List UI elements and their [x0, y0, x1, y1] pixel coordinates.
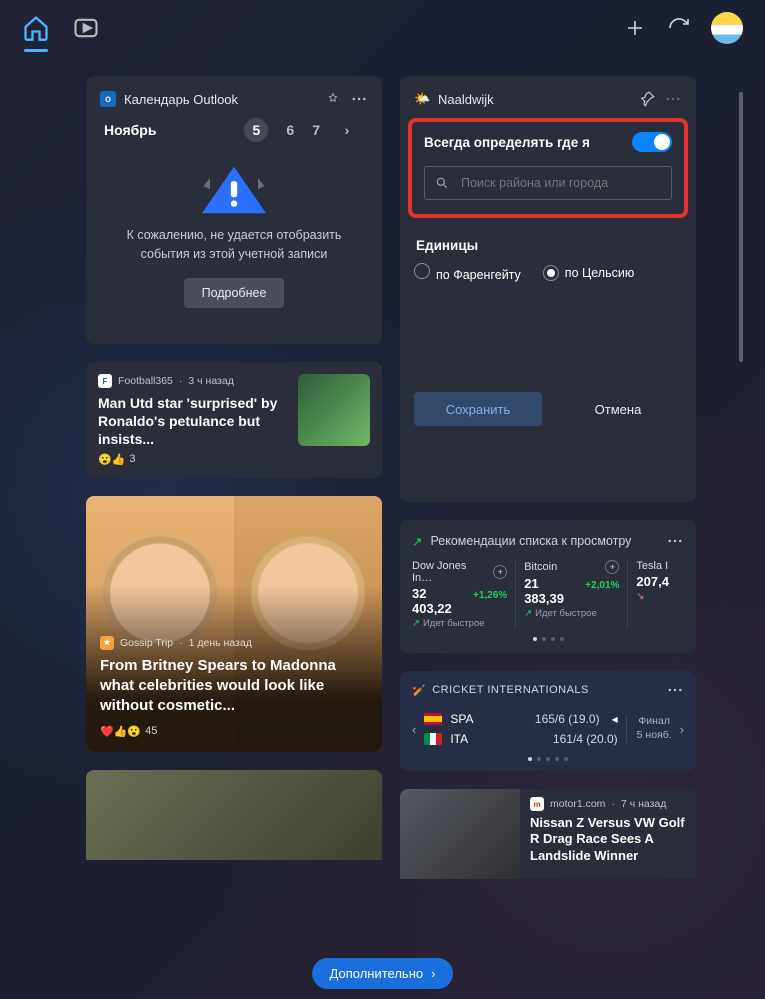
- more-icon[interactable]: [666, 532, 684, 550]
- scrollbar[interactable]: [739, 92, 743, 362]
- source-icon: F: [98, 374, 112, 388]
- weather-widget: 🌤️ Naaldwijk Всегда определять где я Еди…: [400, 76, 696, 502]
- units-label: Единицы: [416, 238, 680, 253]
- calendar-widget: o Календарь Outlook Ноябрь 5 6 7 › К сож: [86, 76, 382, 344]
- search-icon: [435, 176, 449, 190]
- news-card-large[interactable]: ★Gossip Trip · 1 день назад From Britney…: [86, 496, 382, 752]
- reactions: ❤️👍😮 45: [100, 725, 368, 738]
- news-card-small[interactable]: FFootball365 · 3 ч назад Man Utd star 's…: [86, 362, 382, 478]
- pin-icon[interactable]: [638, 90, 656, 108]
- location-search[interactable]: [424, 166, 672, 200]
- cricket-widget: 🏏 CRICKET INTERNATIONALS ‹ SPA165/6 (19.…: [400, 671, 696, 771]
- user-avatar[interactable]: [711, 12, 743, 44]
- details-button[interactable]: Подробнее: [184, 278, 285, 308]
- trend-up-icon: ↗: [412, 534, 422, 549]
- add-ticker-icon[interactable]: +: [605, 560, 619, 574]
- calendar-error-msg: К сожалению, не удается отобразить событ…: [100, 226, 368, 264]
- home-tab-icon[interactable]: [22, 14, 50, 42]
- prev-match-icon[interactable]: ‹: [412, 722, 416, 737]
- more-icon[interactable]: [350, 90, 368, 108]
- more-pill-button[interactable]: Дополнительно ›: [312, 958, 454, 989]
- flag-icon: [424, 713, 442, 725]
- cricket-row: ITA161/4 (20.0): [424, 729, 617, 749]
- unit-fahrenheit[interactable]: по Фаренгейту: [414, 263, 521, 282]
- more-icon[interactable]: [664, 90, 682, 108]
- weather-icon: 🌤️: [414, 91, 430, 107]
- weather-location: Naaldwijk: [438, 92, 494, 107]
- watchlist-title: Рекомендации списка к просмотру: [430, 534, 631, 548]
- outlook-icon: o: [100, 91, 116, 107]
- news-source: Gossip Trip: [120, 637, 173, 649]
- news-thumbnail: [298, 374, 370, 446]
- news-time: 1 день назад: [189, 637, 252, 649]
- detect-location-label: Всегда определять где я: [424, 135, 590, 150]
- news-headline: Nissan Z Versus VW Golf R Drag Race Sees…: [530, 815, 686, 864]
- save-button[interactable]: Сохранить: [414, 392, 542, 426]
- calendar-month: Ноябрь: [104, 122, 156, 138]
- news-card-cut[interactable]: [86, 770, 382, 860]
- refresh-icon[interactable]: [667, 16, 691, 40]
- news-headline: From Britney Spears to Madonna what cele…: [100, 656, 368, 717]
- news-time: 7 ч назад: [621, 798, 666, 810]
- pagination-dots[interactable]: [412, 637, 684, 641]
- pin-icon[interactable]: [324, 90, 342, 108]
- reactions: 😮👍 3: [98, 453, 286, 466]
- add-ticker-icon[interactable]: +: [493, 565, 507, 579]
- chevron-right-icon[interactable]: ›: [338, 121, 356, 139]
- pagination-dots[interactable]: [412, 757, 684, 761]
- day[interactable]: 7: [312, 122, 320, 138]
- location-search-input[interactable]: [459, 175, 661, 191]
- source-icon: ★: [100, 636, 114, 650]
- watchlist-item[interactable]: Dow Jones In…+ 32 403,22+1,26% ↗Идет быс…: [412, 560, 516, 629]
- calendar-days: 5 6 7 ›: [244, 118, 356, 142]
- detect-location-toggle[interactable]: [632, 132, 672, 152]
- day-selected[interactable]: 5: [244, 118, 268, 142]
- watchlist-item[interactable]: Tesla I 207,4 ↘: [636, 560, 684, 629]
- calendar-title: Календарь Outlook: [124, 92, 238, 107]
- watchlist-item[interactable]: Bitcoin+ 21 383,39+2,01% ↗Идет быстрое: [524, 560, 628, 629]
- cricket-row: SPA165/6 (19.0)◂: [424, 709, 617, 729]
- video-tab-icon[interactable]: [72, 14, 100, 42]
- news-card-small[interactable]: mmotor1.com · 7 ч назад Nissan Z Versus …: [400, 789, 696, 879]
- news-time: 3 ч назад: [188, 375, 233, 387]
- more-icon[interactable]: [666, 681, 684, 699]
- next-match-icon[interactable]: ›: [680, 722, 684, 737]
- top-bar: [0, 0, 765, 56]
- cancel-button[interactable]: Отмена: [554, 392, 682, 426]
- source-icon: m: [530, 797, 544, 811]
- highlighted-settings: Всегда определять где я: [408, 118, 688, 218]
- chevron-right-icon: ›: [431, 966, 435, 981]
- cricket-title: CRICKET INTERNATIONALS: [432, 684, 589, 696]
- news-headline: Man Utd star 'surprised' by Ronaldo's pe…: [98, 394, 286, 449]
- news-source: Football365: [118, 375, 173, 387]
- cricket-icon: 🏏: [412, 684, 426, 697]
- add-widget-icon[interactable]: [623, 16, 647, 40]
- day[interactable]: 6: [286, 122, 294, 138]
- news-thumbnail: [400, 789, 520, 879]
- warning-icon: [194, 160, 274, 220]
- news-source: motor1.com: [550, 798, 605, 810]
- match-stage: Финал5 нояб.: [626, 715, 672, 742]
- watchlist-widget: ↗ Рекомендации списка к просмотру Dow Jo…: [400, 520, 696, 653]
- unit-celsius[interactable]: по Цельсию: [543, 265, 634, 281]
- flag-icon: [424, 733, 442, 745]
